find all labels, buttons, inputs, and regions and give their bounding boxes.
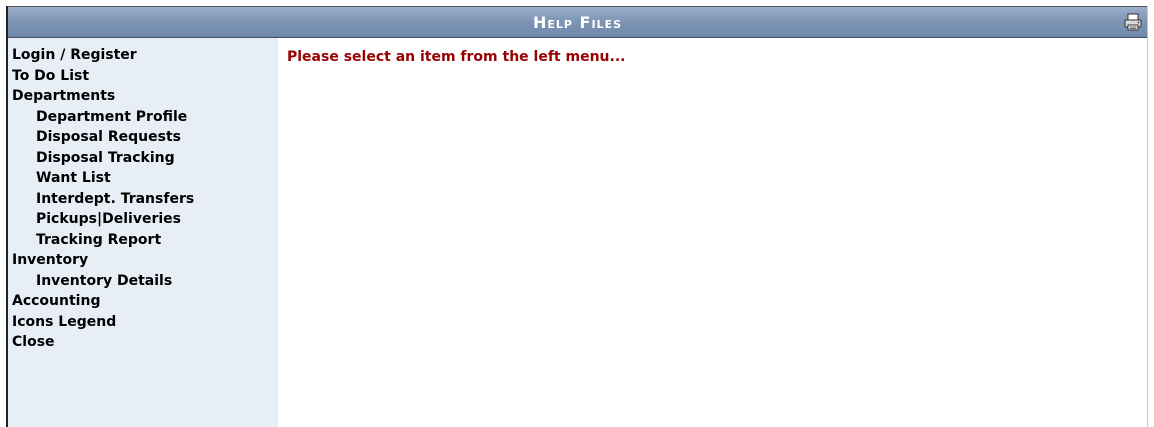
menu-item-login-register[interactable]: Login / Register — [8, 45, 278, 66]
menu-item-close[interactable]: Close — [8, 332, 278, 353]
menu-item-departments[interactable]: Departments — [8, 86, 278, 107]
menu-item-inventory[interactable]: Inventory — [8, 250, 278, 271]
select-item-message: Please select an item from the left menu… — [287, 49, 626, 65]
help-menu: Login / Register To Do List Departments … — [8, 38, 278, 427]
menu-item-interdept-transfers[interactable]: Interdept. Transfers — [8, 189, 278, 210]
menu-item-disposal-tracking[interactable]: Disposal Tracking — [8, 148, 278, 169]
menu-item-pickups-deliveries[interactable]: Pickups|Deliveries — [8, 209, 278, 230]
printer-icon[interactable] — [1123, 12, 1143, 32]
title-bar: Help Files — [8, 6, 1147, 38]
help-files-window: Help Files Login / Register To Do List D… — [6, 6, 1148, 427]
menu-item-inventory-details[interactable]: Inventory Details — [8, 271, 278, 292]
menu-item-icons-legend[interactable]: Icons Legend — [8, 312, 278, 333]
window-title: Help Files — [532, 12, 622, 32]
menu-item-tracking-report[interactable]: Tracking Report — [8, 230, 278, 251]
menu-item-disposal-requests[interactable]: Disposal Requests — [8, 127, 278, 148]
menu-item-accounting[interactable]: Accounting — [8, 291, 278, 312]
help-content-area: Please select an item from the left menu… — [278, 38, 1147, 427]
menu-item-to-do-list[interactable]: To Do List — [8, 66, 278, 87]
menu-item-want-list[interactable]: Want List — [8, 168, 278, 189]
menu-item-department-profile[interactable]: Department Profile — [8, 107, 278, 128]
